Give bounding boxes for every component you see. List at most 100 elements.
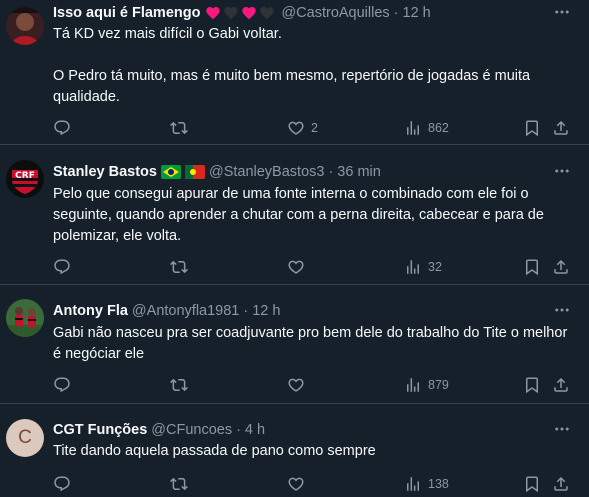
share-icon	[552, 119, 570, 137]
bookmark-icon	[523, 119, 541, 137]
tweet-text: Gabi não nasceu pra ser coadjuvante pro …	[53, 323, 575, 365]
portugal-flag-icon	[184, 165, 205, 179]
tweet[interactable]: CRF Stanley Bastos @StanleyBastos3 · 36 …	[0, 145, 589, 285]
retweet-icon	[170, 258, 188, 276]
tweet-actions: 138	[53, 474, 581, 494]
avatar-image	[6, 299, 44, 337]
reply-button[interactable]	[53, 257, 71, 277]
tweet-text-line: O Pedro tá muito, mas é muito bem mesmo,…	[53, 68, 531, 105]
share-button[interactable]	[552, 257, 570, 277]
flamengo-crest-avatar-image: CRF	[6, 160, 44, 198]
bookmark-icon	[523, 475, 541, 493]
views-button[interactable]: 879	[404, 375, 449, 395]
tweet[interactable]: Isso aqui é Flamengo @CastroAquilles · 1…	[0, 0, 589, 145]
tweet-text-line: Gabi não nasceu pra ser coadjuvante pro …	[53, 325, 568, 362]
tweet-text: Pelo que consegui apurar de uma fonte in…	[53, 184, 575, 247]
view-count: 32	[428, 260, 442, 274]
tweet-text: Tá KD vez mais difícil o Gabi voltar. O …	[53, 24, 575, 108]
share-button[interactable]	[552, 118, 570, 138]
bookmark-button[interactable]	[523, 257, 541, 277]
timestamp[interactable]: 36 min	[337, 164, 381, 180]
view-count: 138	[428, 477, 449, 491]
bookmark-icon	[523, 376, 541, 394]
like-icon	[287, 119, 305, 137]
avatar[interactable]: C	[6, 419, 44, 457]
bookmark-button[interactable]	[523, 375, 541, 395]
timestamp[interactable]: 12 h	[252, 303, 280, 319]
author-handle[interactable]: @CFuncoes	[151, 422, 232, 438]
like-count: 2	[311, 121, 318, 135]
views-button[interactable]: 32	[404, 257, 442, 277]
timestamp[interactable]: 12 h	[403, 5, 431, 21]
timestamp[interactable]: 4 h	[245, 422, 265, 438]
reply-icon	[53, 258, 71, 276]
reply-icon	[53, 475, 71, 493]
reply-icon	[53, 376, 71, 394]
more-options-icon[interactable]	[553, 420, 571, 438]
reply-button[interactable]	[53, 474, 71, 494]
author-handle[interactable]: @CastroAquilles	[281, 5, 389, 21]
avatar[interactable]: CRF	[6, 160, 44, 198]
retweet-button[interactable]	[170, 474, 188, 494]
red-heart-icon	[205, 5, 221, 21]
brazil-flag-icon	[160, 165, 181, 179]
tweet[interactable]: C CGT Funções @CFuncoes · 4 h Tite dando…	[0, 404, 589, 497]
bookmark-button[interactable]	[523, 474, 541, 494]
avatar-initial: C	[18, 427, 32, 448]
author-name[interactable]: Isso aqui é Flamengo	[53, 5, 200, 21]
tweet-actions: 2 862	[53, 118, 581, 138]
like-icon	[287, 258, 305, 276]
reply-button[interactable]	[53, 118, 71, 138]
like-button[interactable]	[287, 375, 311, 395]
retweet-button[interactable]	[170, 118, 188, 138]
bookmark-button[interactable]	[523, 118, 541, 138]
views-icon	[404, 376, 422, 394]
retweet-icon	[170, 475, 188, 493]
author-name[interactable]: Stanley Bastos	[53, 164, 157, 180]
like-icon	[287, 376, 305, 394]
share-button[interactable]	[552, 474, 570, 494]
reply-feed: Isso aqui é Flamengo @CastroAquilles · 1…	[0, 0, 589, 497]
avatar-image	[6, 7, 44, 45]
more-options-icon[interactable]	[553, 3, 571, 21]
more-options-icon[interactable]	[553, 301, 571, 319]
tweet-actions: 32	[53, 257, 581, 277]
tweet-actions: 879	[53, 375, 581, 395]
tweet[interactable]: Antony Fla @Antonyfla1981 · 12 h Gabi nã…	[0, 285, 589, 404]
author-name[interactable]: CGT Funções	[53, 422, 147, 438]
tweet-text-line: Tite dando aquela passada de pano como s…	[53, 443, 376, 459]
more-options-icon[interactable]	[553, 162, 571, 180]
like-button[interactable]	[287, 474, 311, 494]
share-icon	[552, 258, 570, 276]
bookmark-icon	[523, 258, 541, 276]
black-heart-icon	[259, 5, 275, 21]
name-emoji-hearts	[205, 5, 277, 21]
share-icon	[552, 376, 570, 394]
views-icon	[404, 475, 422, 493]
like-button[interactable]: 2	[287, 118, 318, 138]
retweet-icon	[170, 119, 188, 137]
author-handle[interactable]: @Antonyfla1981	[132, 303, 239, 319]
share-button[interactable]	[552, 375, 570, 395]
separator-dot: ·	[393, 5, 399, 21]
view-count: 862	[428, 121, 449, 135]
author-handle[interactable]: @StanleyBastos3	[209, 164, 324, 180]
reply-icon	[53, 119, 71, 137]
black-heart-icon	[223, 5, 239, 21]
author-name[interactable]: Antony Fla	[53, 303, 128, 319]
views-icon	[404, 119, 422, 137]
avatar[interactable]	[6, 299, 44, 337]
share-icon	[552, 475, 570, 493]
avatar[interactable]	[6, 7, 44, 45]
separator-dot: ·	[243, 303, 249, 319]
views-button[interactable]: 138	[404, 474, 449, 494]
views-button[interactable]: 862	[404, 118, 449, 138]
views-icon	[404, 258, 422, 276]
tweet-text-line: Pelo que consegui apurar de uma fonte in…	[53, 186, 544, 244]
retweet-button[interactable]	[170, 257, 188, 277]
retweet-button[interactable]	[170, 375, 188, 395]
reply-button[interactable]	[53, 375, 71, 395]
like-button[interactable]	[287, 257, 311, 277]
tweet-text-line: Tá KD vez mais difícil o Gabi voltar.	[53, 26, 282, 42]
